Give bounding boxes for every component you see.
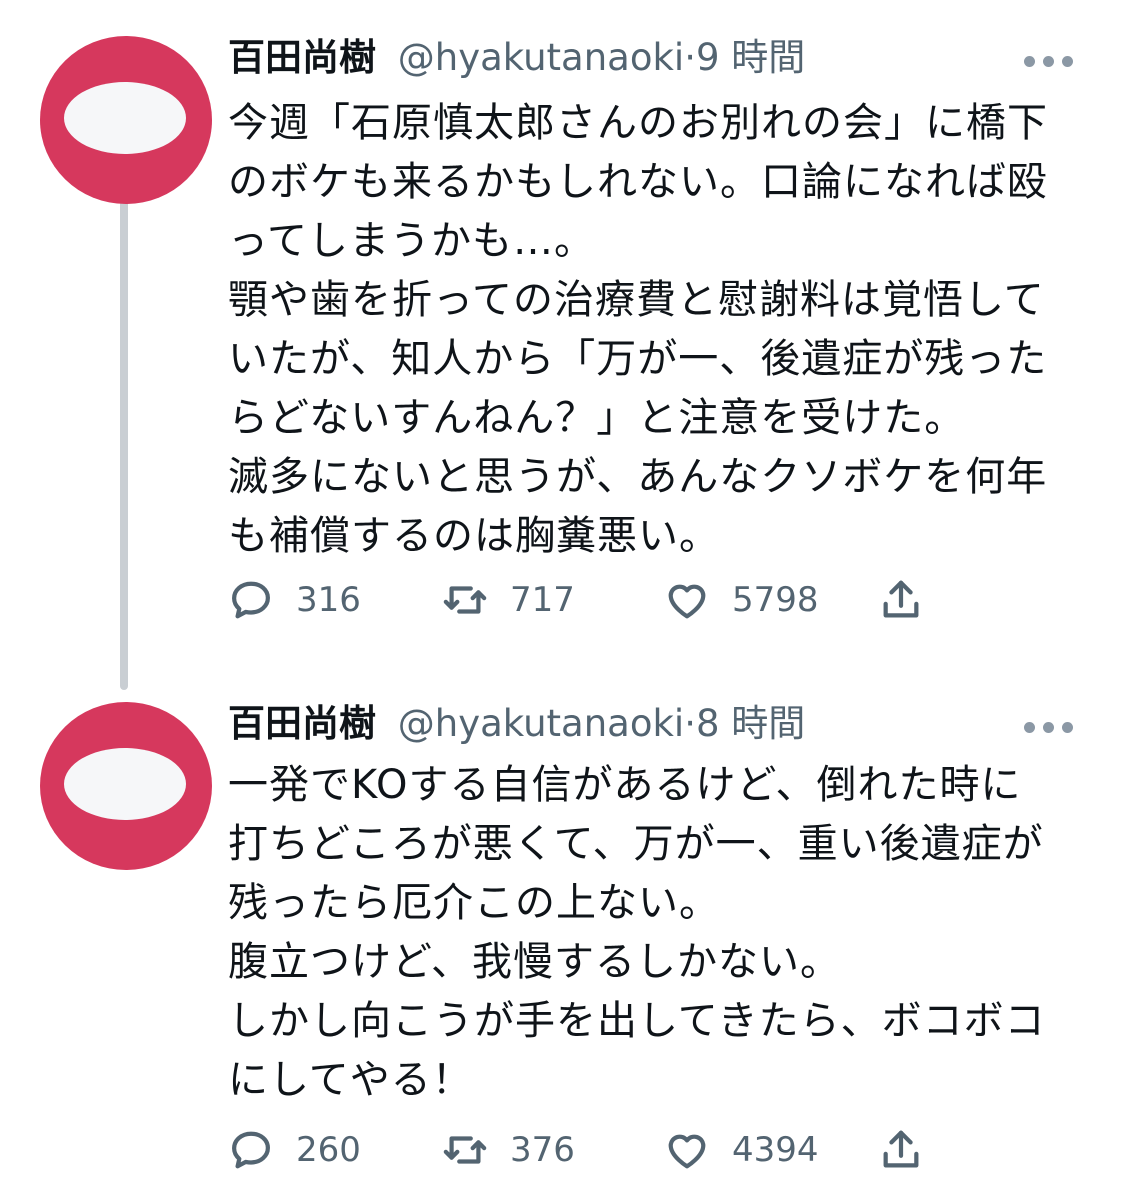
like-button[interactable]: 5798 [664,570,819,630]
retweet-icon [443,586,487,614]
more-icon[interactable] [1024,722,1074,734]
retweet-icon [443,1136,487,1164]
reply-count: 260 [296,1130,361,1170]
avatar-graphic [64,748,186,820]
share-button[interactable] [878,570,946,630]
retweet-count: 376 [510,1130,575,1170]
tweet-text-line: らどないすんねん？」と注意を受けた。 [228,395,966,441]
display-name[interactable]: 百田尚樹 [228,702,376,745]
tweet-text: 一発でKOする自信があるけど、倒れた時に 打ちどころが悪くて、万が一、重い後遺症… [228,756,1088,1110]
display-name[interactable]: 百田尚樹 [228,36,376,79]
heart-icon [668,1134,706,1169]
share-icon [883,580,919,618]
reply-count: 316 [296,580,361,620]
tweet-actions: 316 717 5798 [228,570,968,630]
reply-button[interactable]: 260 [228,1120,361,1180]
tweet-text-line: いたが、知人から「万が一、後遺症が残った [228,336,1048,382]
reply-button[interactable]: 316 [228,570,361,630]
tweet-text-line: 顎や歯を折っての治療費と慰謝料は覚悟して [228,277,1045,323]
separator-dot: · [684,36,696,79]
tweet-actions: 260 376 4394 [228,1120,968,1180]
share-icon [883,1130,919,1168]
avatar-graphic [64,82,186,154]
retweet-button[interactable]: 717 [442,570,575,630]
reply-icon [232,581,270,619]
reply-icon [232,1131,270,1169]
share-button[interactable] [878,1120,946,1180]
like-count: 5798 [732,580,819,620]
avatar[interactable] [40,36,212,204]
tweet-text-line: 腹立つけど、我慢するしかない。 [228,939,841,985]
like-button[interactable]: 4394 [664,1120,819,1180]
tweet-text-line: 滅多にないと思うが、あんなクソボケを何年 [228,454,1048,500]
tweet-1[interactable]: 百田尚樹 @hyakutanaoki·9 時間 今週「石原慎太郎さんのお別れの会… [0,28,1124,638]
tweet-text-line: 残ったら厄介この上ない。 [228,880,720,926]
separator-dot: · [684,702,696,745]
tweet-text-line: ってしまうかも…。 [228,218,595,264]
tweet-header: 百田尚樹 @hyakutanaoki·8 時間 [228,694,1124,754]
avatar[interactable] [40,702,212,870]
like-count: 4394 [732,1130,819,1170]
timestamp[interactable]: 9 時間 [696,36,805,79]
timestamp[interactable]: 8 時間 [696,702,805,745]
username[interactable]: @hyakutanaoki [398,702,684,745]
tweet-text-line: しかし向こうが手を出してきたら、ボコボコ [228,998,1046,1044]
username[interactable]: @hyakutanaoki [398,36,684,79]
retweet-button[interactable]: 376 [442,1120,575,1180]
tweet-2[interactable]: 百田尚樹 @hyakutanaoki·8 時間 一発でKOする自信があるけど、倒… [0,694,1124,1193]
tweet-text-line: にしてやる！ [228,1057,473,1103]
tweet-text-line: 一発でKOする自信があるけど、倒れた時に [228,762,1022,808]
tweet-header: 百田尚樹 @hyakutanaoki·9 時間 [228,28,1124,88]
retweet-count: 717 [510,580,575,620]
tweet-text-line: も補償するのは胸糞悪い。 [228,513,720,559]
heart-icon [668,584,706,619]
tweet-text-line: 打ちどころが悪くて、万が一、重い後遺症が [228,821,1044,867]
tweet-text-line: のボケも来るかもしれない。口論になれば殴 [228,159,1048,205]
tweet-text-line: 今週「石原慎太郎さんのお別れの会」に橋下 [228,100,1048,146]
tweet-text: 今週「石原慎太郎さんのお別れの会」に橋下 のボケも来るかもしれない。口論になれば… [228,94,1088,566]
more-icon[interactable] [1024,56,1074,68]
